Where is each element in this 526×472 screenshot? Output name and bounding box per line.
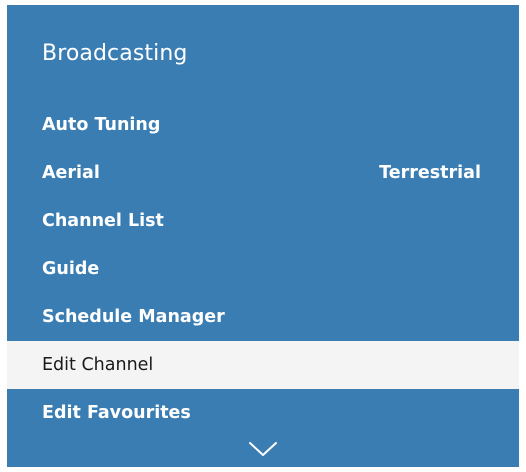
menu-item-label: Schedule Manager	[42, 307, 225, 327]
menu-item-label: Edit Channel	[42, 355, 154, 375]
menu-item-label: Auto Tuning	[42, 115, 161, 135]
menu-item-label: Channel List	[42, 211, 164, 231]
chevron-down-icon-glyph	[249, 442, 277, 456]
menu-item-value: Terrestrial	[379, 163, 481, 183]
menu-item-label: Aerial	[42, 163, 100, 183]
menu-item-label: Guide	[42, 259, 100, 279]
menu-item-label: Edit Favourites	[42, 403, 191, 423]
menu-item-aerial[interactable]: Aerial Terrestrial	[7, 149, 519, 197]
menu-item-edit-favourites[interactable]: Edit Favourites	[7, 389, 519, 437]
menu-item-guide[interactable]: Guide	[7, 245, 519, 293]
chevron-down-icon[interactable]	[249, 441, 277, 457]
menu-item-auto-tuning[interactable]: Auto Tuning	[7, 101, 519, 149]
menu-item-schedule-manager[interactable]: Schedule Manager	[7, 293, 519, 341]
menu-item-channel-list[interactable]: Channel List	[7, 197, 519, 245]
menu-title: Broadcasting	[42, 41, 188, 66]
menu-item-edit-channel[interactable]: Edit Channel	[7, 341, 519, 389]
menu-list: Auto Tuning Aerial Terrestrial Channel L…	[7, 101, 519, 437]
broadcasting-menu-panel: Broadcasting Auto Tuning Aerial Terrestr…	[7, 5, 519, 467]
